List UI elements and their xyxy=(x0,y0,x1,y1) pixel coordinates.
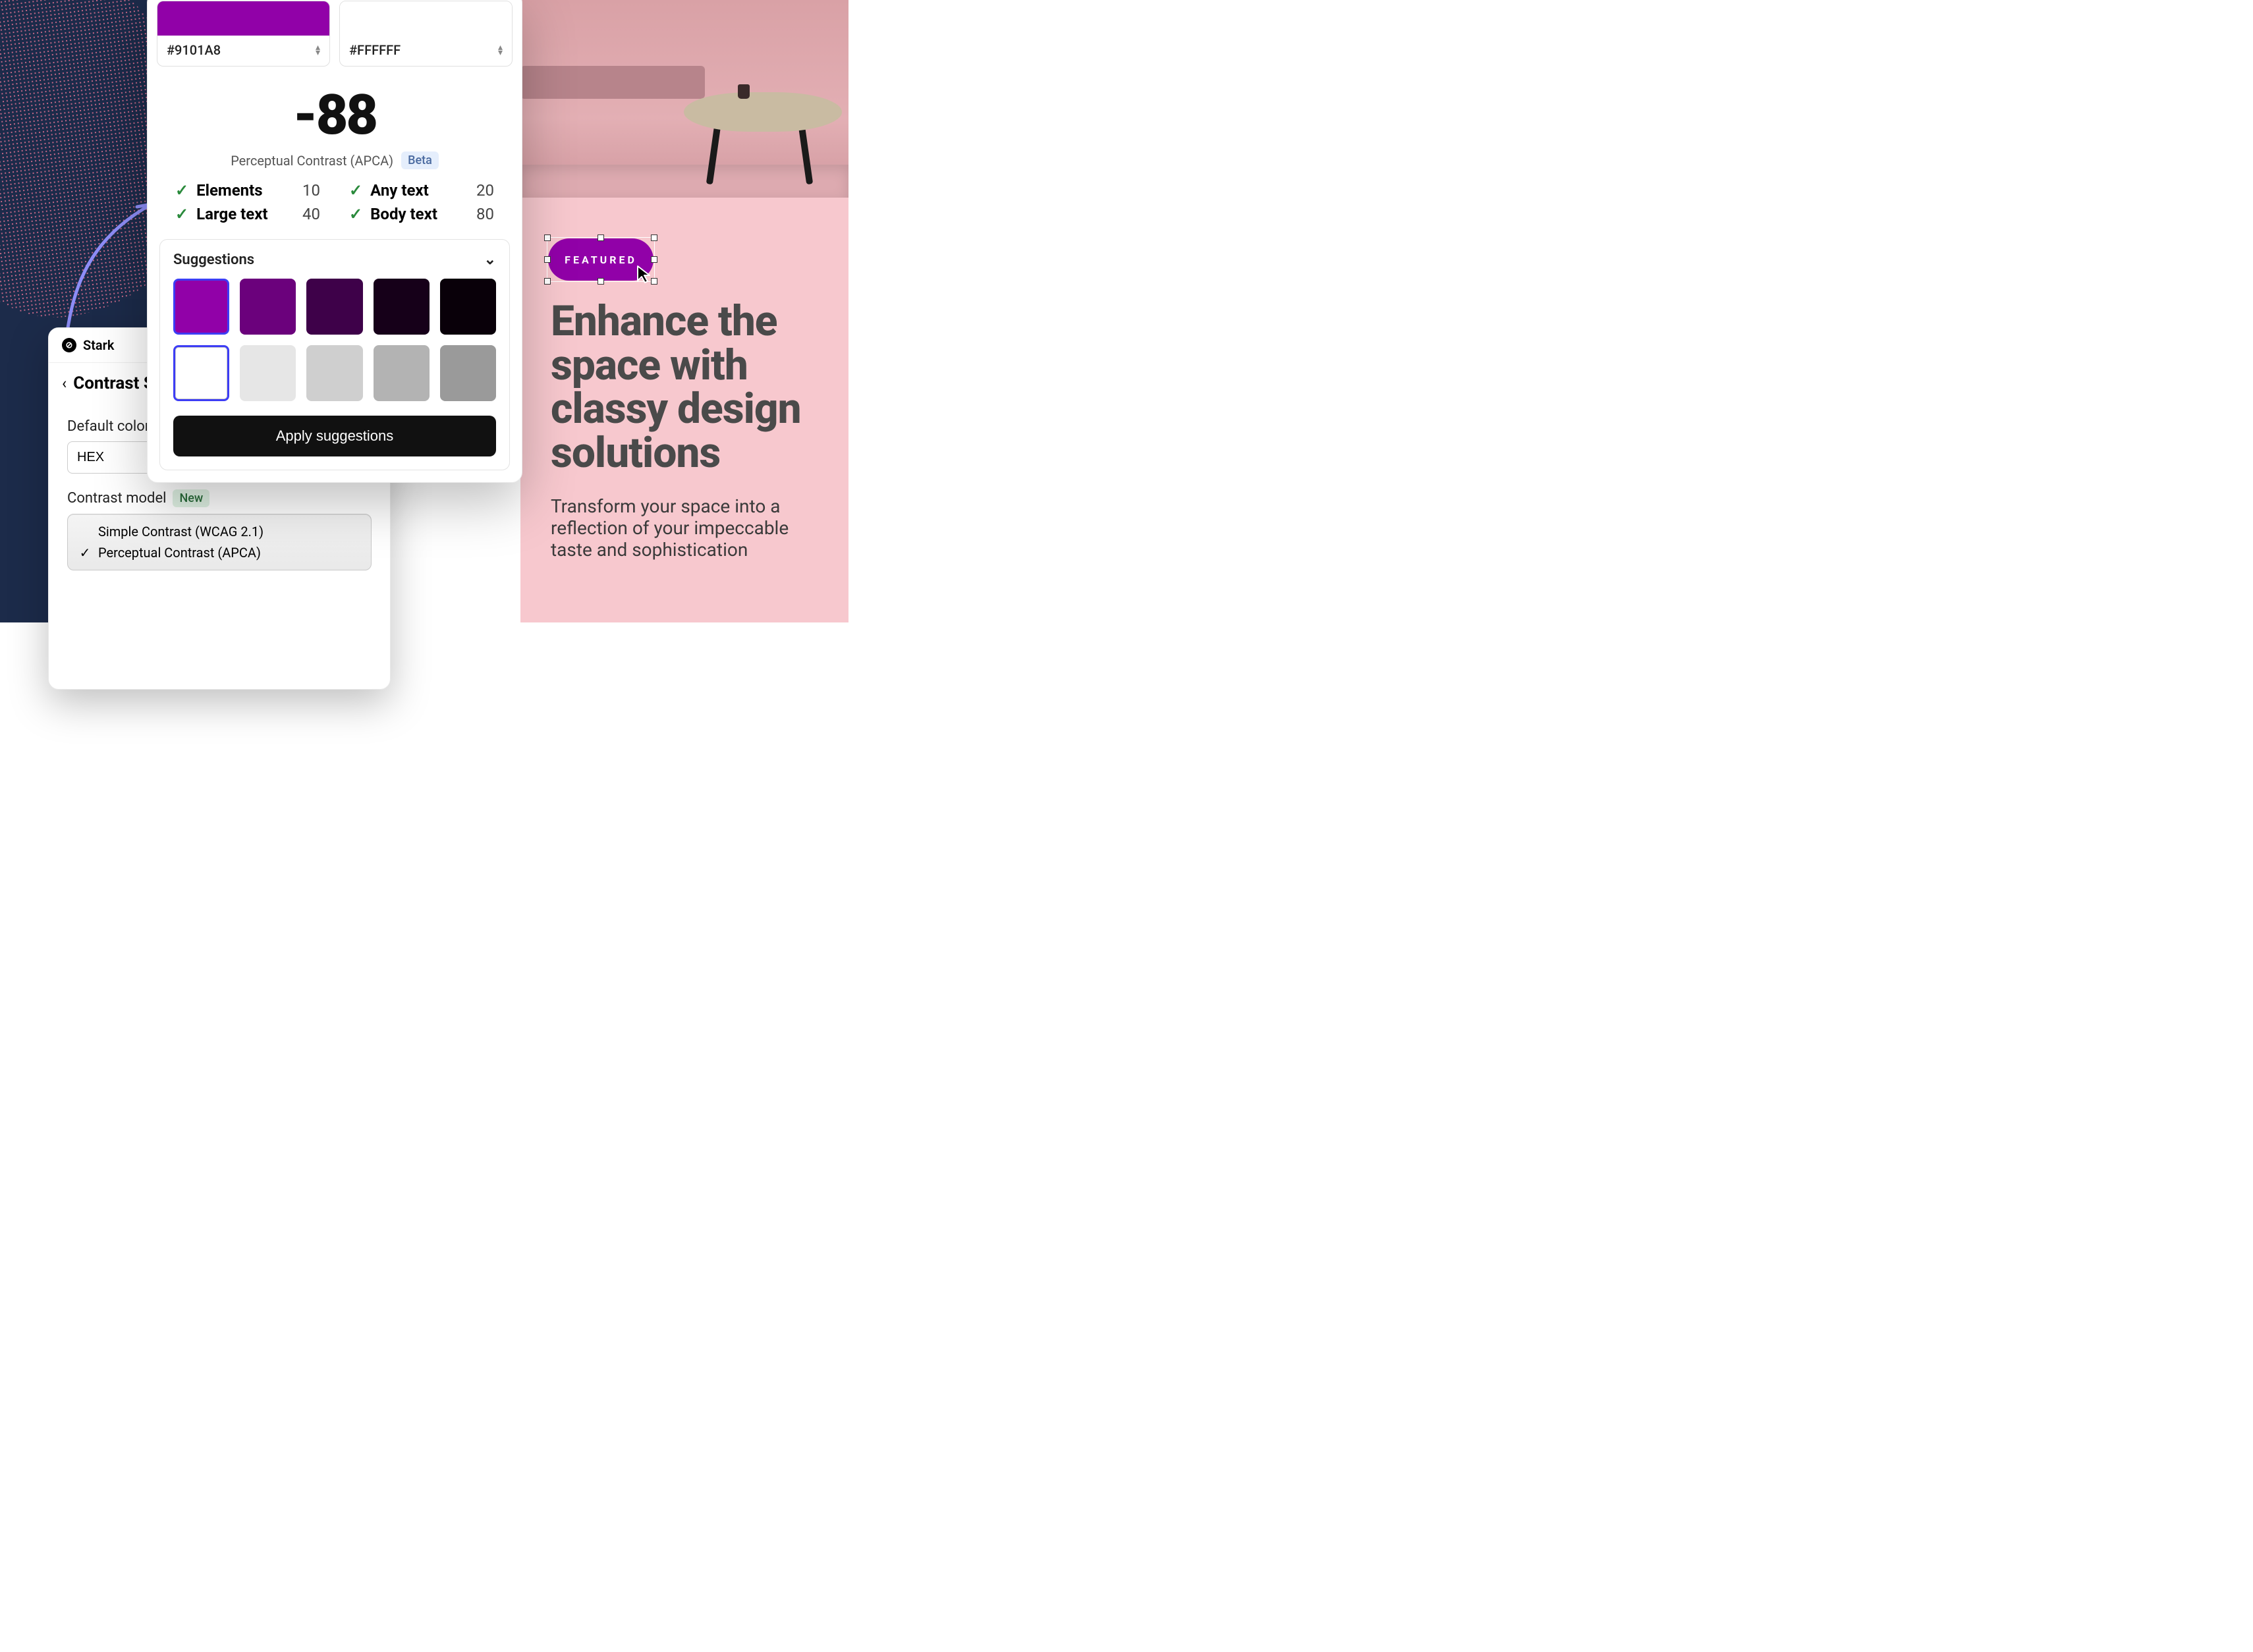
check-icon: ✓ xyxy=(78,545,92,561)
contrast-model-label: Contrast model New xyxy=(67,489,372,507)
check-pass-icon: ✓ xyxy=(175,205,188,223)
background-swatch[interactable]: #FFFFFF ▴▾ xyxy=(339,1,513,67)
hero-image xyxy=(520,0,848,198)
suggestion-swatch[interactable] xyxy=(173,279,229,335)
suggestion-swatch[interactable] xyxy=(440,279,496,335)
selected-element[interactable]: FEATURED xyxy=(548,238,654,281)
check-name: Elements xyxy=(196,181,294,200)
featured-pill-label: FEATURED xyxy=(565,254,637,266)
check-value: 20 xyxy=(476,181,494,200)
apply-suggestions-button[interactable]: Apply suggestions xyxy=(173,416,496,456)
stepper-icon[interactable]: ▴▾ xyxy=(316,45,320,56)
resize-handle[interactable] xyxy=(544,278,551,285)
suggestion-swatch[interactable] xyxy=(173,345,229,401)
contrast-check-row: ✓ Any text 20 xyxy=(349,181,494,200)
chevron-down-icon[interactable]: ⌄ xyxy=(484,252,496,268)
featured-pill[interactable]: FEATURED xyxy=(548,238,654,281)
contrast-panel: #9101A8 ▴▾ #FFFFFF ▴▾ -88 Perceptual Con… xyxy=(147,0,522,483)
check-pass-icon: ✓ xyxy=(349,181,362,200)
contrast-score-label: Perceptual Contrast (APCA) Beta xyxy=(148,151,522,169)
contrast-check-row: ✓ Large text 40 xyxy=(175,205,320,223)
suggestion-swatch[interactable] xyxy=(374,345,430,401)
resize-handle[interactable] xyxy=(651,256,657,263)
background-color-preview xyxy=(340,1,512,36)
contrast-check-row: ✓ Body text 80 xyxy=(349,205,494,223)
suggestion-swatch[interactable] xyxy=(306,279,362,335)
settings-nav-title: Contrast S xyxy=(73,373,154,393)
floor-shape xyxy=(520,165,848,198)
resize-handle[interactable] xyxy=(544,234,551,241)
check-value: 80 xyxy=(476,205,494,223)
suggestion-swatches xyxy=(173,279,496,401)
design-canvas: FEATURED Enhance the space with classy d… xyxy=(520,0,848,622)
check-name: Body text xyxy=(370,205,468,223)
resize-handle[interactable] xyxy=(598,234,604,241)
resize-handle[interactable] xyxy=(651,278,657,285)
background-hex-value: #FFFFFF xyxy=(349,42,401,58)
cup-shape xyxy=(738,84,750,99)
suggestions-card: Suggestions ⌄ Apply suggestions xyxy=(159,239,510,470)
suggestion-swatch[interactable] xyxy=(240,279,296,335)
foreground-color-preview xyxy=(157,1,329,36)
stark-logo-icon: ⊘ xyxy=(62,338,76,352)
beta-badge: Beta xyxy=(401,151,439,169)
bench-shape xyxy=(520,66,705,99)
contrast-model-option[interactable]: ✓ Perceptual Contrast (APCA) xyxy=(78,542,360,563)
suggestion-swatch[interactable] xyxy=(306,345,362,401)
contrast-checks: ✓ Elements 10 ✓ Any text 20 ✓ Large text 40 ✓ Body… xyxy=(148,181,522,235)
check-name: Any text xyxy=(370,181,468,200)
contrast-check-row: ✓ Elements 10 xyxy=(175,181,320,200)
suggestion-swatch[interactable] xyxy=(240,345,296,401)
table-top xyxy=(684,92,842,132)
check-pass-icon: ✓ xyxy=(175,181,188,200)
foreground-hex-value: #9101A8 xyxy=(167,42,221,58)
check-name: Large text xyxy=(196,205,294,223)
suggestion-swatch[interactable] xyxy=(440,345,496,401)
check-value: 40 xyxy=(302,205,320,223)
option-label: Simple Contrast (WCAG 2.1) xyxy=(98,524,264,539)
contrast-score: -88 xyxy=(148,67,522,151)
resize-handle[interactable] xyxy=(544,256,551,263)
chevron-left-icon: ‹ xyxy=(62,374,67,393)
stepper-icon[interactable]: ▴▾ xyxy=(498,45,503,56)
foreground-swatch[interactable]: #9101A8 ▴▾ xyxy=(157,1,330,67)
design-headline: Enhance the space with classy design sol… xyxy=(551,300,829,475)
option-label: Perceptual Contrast (APCA) xyxy=(98,545,261,561)
contrast-model-dropdown[interactable]: Simple Contrast (WCAG 2.1) ✓ Perceptual Co… xyxy=(67,514,372,570)
design-subhead: Transform your space into a reflection o… xyxy=(551,495,809,561)
contrast-model-option[interactable]: Simple Contrast (WCAG 2.1) xyxy=(78,521,360,542)
new-badge: New xyxy=(173,489,209,507)
check-pass-icon: ✓ xyxy=(349,205,362,223)
resize-handle[interactable] xyxy=(598,278,604,285)
check-value: 10 xyxy=(302,181,320,200)
suggestion-swatch[interactable] xyxy=(374,279,430,335)
resize-handle[interactable] xyxy=(651,234,657,241)
suggestions-title: Suggestions xyxy=(173,252,254,268)
brand-name: Stark xyxy=(83,337,114,353)
